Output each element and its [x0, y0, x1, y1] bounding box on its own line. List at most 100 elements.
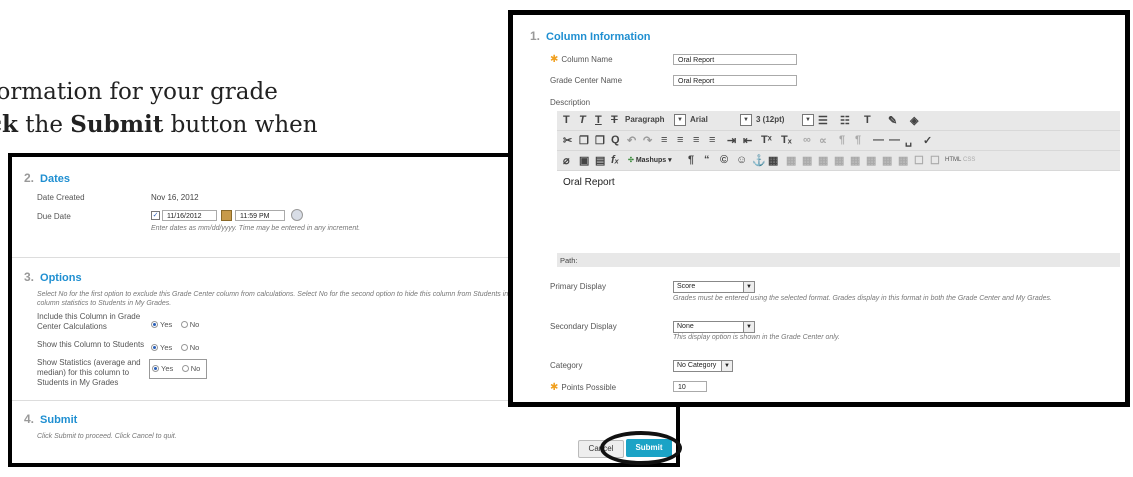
options-hint-1: Select No for the first option to exclud…	[37, 291, 509, 298]
table-borders-icon[interactable]: ▦	[898, 154, 908, 167]
strikethrough-icon[interactable]: T	[611, 114, 618, 126]
points-possible-input[interactable]: 10	[673, 381, 707, 392]
grade-center-name-input[interactable]: Oral Report	[673, 75, 797, 86]
primary-display-select[interactable]: Score ▼	[673, 281, 755, 293]
formula-icon[interactable]: fₓ	[611, 154, 619, 166]
text-color-icon[interactable]: T	[864, 114, 871, 126]
column-name-input[interactable]: Oral Report	[673, 54, 797, 65]
spellcheck-icon[interactable]: ✓	[923, 134, 932, 147]
font-select[interactable]: Arial	[690, 115, 708, 124]
secondary-display-hint: This display option is shown in the Grad…	[673, 334, 840, 341]
underline-icon[interactable]: T	[595, 114, 602, 126]
points-possible-label: ✱ Points Possible	[550, 382, 617, 393]
copy-icon[interactable]: ❐	[579, 134, 589, 147]
calendar-icon[interactable]	[221, 210, 232, 221]
anchor-icon[interactable]: ⚓	[752, 154, 766, 167]
category-label: Category	[550, 361, 583, 370]
find-icon[interactable]: Q	[611, 134, 620, 146]
editor-toolbar-row-3: ⌀ ▣ ▤ fₓ ✣ Mashups ▾ ¶ “ © ☺ ⚓ ▦ ▦ ▦ ▦ ▦…	[557, 151, 1120, 171]
due-date-label: Due Date	[37, 212, 71, 221]
space-icon[interactable]: ␣	[905, 134, 912, 147]
size-select[interactable]: 3 (12pt)	[756, 115, 784, 124]
show-stats-yes-radio[interactable]	[152, 365, 159, 373]
cut-icon[interactable]: ✂	[563, 134, 572, 147]
paragraph-select[interactable]: Paragraph	[625, 115, 665, 124]
chevron-down-icon[interactable]: ▼	[740, 114, 752, 126]
show-column-no-radio[interactable]	[180, 344, 188, 352]
redo-icon[interactable]: ↷	[643, 134, 652, 147]
highlight-pen-icon[interactable]: ✎	[888, 114, 897, 127]
horizontal-rule-icon[interactable]: —	[873, 134, 884, 146]
attach-icon[interactable]: ⌀	[563, 154, 570, 167]
date-created-label: Date Created	[37, 193, 85, 202]
mashups-menu[interactable]: ✣ Mashups ▾	[628, 156, 672, 164]
numbered-list-icon[interactable]: ☷	[840, 114, 850, 127]
chevron-down-icon[interactable]: ▼	[674, 114, 686, 126]
paste-icon[interactable]: ❒	[595, 134, 605, 147]
include-calc-label: Include this Column in Grade Center Calcu…	[37, 312, 141, 331]
secondary-display-select[interactable]: None ▼	[673, 321, 755, 333]
description-label: Description	[550, 98, 591, 107]
dates-header: 2. Dates	[24, 171, 70, 185]
date-created-value: Nov 16, 2012	[151, 193, 199, 202]
table-split-icon[interactable]: ▦	[850, 154, 860, 167]
include-calc-no-radio[interactable]	[180, 321, 188, 329]
show-column-yes-radio[interactable]	[151, 344, 158, 352]
description-editor[interactable]: Oral Report	[557, 171, 1120, 253]
clock-icon[interactable]	[291, 209, 303, 221]
show-column-radios: Yes No	[151, 339, 203, 357]
primary-display-hint: Grades must be entered using the selecte…	[673, 295, 1052, 302]
column-name-label: ✱ Column Name	[550, 54, 613, 65]
table-props-icon[interactable]: ▦	[882, 154, 892, 167]
superscript-icon[interactable]: Tˣ	[761, 134, 772, 146]
fullscreen-icon[interactable]: ☐	[914, 154, 924, 167]
show-stats-no-radio[interactable]	[181, 365, 189, 373]
chevron-down-icon[interactable]: ▼	[802, 114, 814, 126]
ltr-icon[interactable]: ¶	[839, 134, 845, 146]
align-center-icon[interactable]: ≡	[677, 134, 683, 146]
subscript-icon[interactable]: Tₓ	[781, 134, 792, 146]
due-date-checkbox[interactable]: ✓	[151, 211, 160, 220]
image-icon[interactable]: ▣	[579, 154, 589, 167]
show-stats-label: Show Statistics (average and median) for …	[37, 358, 141, 387]
copyright-icon[interactable]: ©	[720, 154, 728, 166]
indent-icon[interactable]: ⇥	[727, 134, 736, 147]
undo-icon[interactable]: ↶	[627, 134, 636, 147]
html-button[interactable]: HTML	[945, 157, 961, 163]
justify-icon[interactable]: ≡	[709, 134, 715, 146]
eraser-icon[interactable]: ◈	[910, 114, 918, 127]
due-time-input[interactable]: 11:59 PM	[235, 210, 285, 221]
primary-display-label: Primary Display	[550, 282, 607, 291]
table-cell-icon[interactable]: ▦	[818, 154, 828, 167]
include-calc-radios: Yes No	[151, 316, 203, 334]
column-information-panel: 1. Column Information ✱ Column Name Oral R…	[508, 10, 1130, 407]
link-icon[interactable]: ∞	[803, 134, 811, 146]
quote-icon[interactable]: “	[704, 154, 710, 166]
rtl-icon[interactable]: ¶	[855, 134, 861, 146]
highlight-circle	[600, 431, 682, 465]
bold-icon[interactable]: T	[563, 114, 570, 126]
intro-line-1: formation for your grade	[0, 79, 278, 105]
outdent-icon[interactable]: ⇤	[743, 134, 752, 147]
table-row-icon[interactable]: ▦	[786, 154, 796, 167]
category-select[interactable]: No Category ▼	[673, 360, 733, 372]
preview-icon[interactable]: ☐	[930, 154, 940, 167]
due-date-input[interactable]: 11/16/2012	[162, 210, 217, 221]
submit-header: 4. Submit	[24, 412, 78, 426]
table-col-icon[interactable]: ▦	[802, 154, 812, 167]
bullet-list-icon[interactable]: ☰	[818, 114, 828, 127]
table-icon[interactable]: ▦	[768, 154, 778, 167]
align-left-icon[interactable]: ≡	[661, 134, 667, 146]
editor-toolbar-row-2: ✂ ❐ ❒ Q ↶ ↷ ≡ ≡ ≡ ≡ ⇥ ⇤ Tˣ Tₓ ∞ ∝ ¶ ¶ — …	[557, 131, 1120, 151]
pilcrow-icon[interactable]: ¶	[688, 154, 694, 166]
italic-icon[interactable]: T	[579, 114, 586, 126]
table-merge-icon[interactable]: ▦	[834, 154, 844, 167]
include-calc-yes-radio[interactable]	[151, 321, 158, 329]
media-icon[interactable]: ▤	[595, 154, 605, 167]
emoticon-icon[interactable]: ☺	[736, 154, 747, 166]
unlink-icon[interactable]: ∝	[819, 134, 827, 147]
align-right-icon[interactable]: ≡	[693, 134, 699, 146]
css-button[interactable]: CSS	[963, 157, 975, 163]
dash-icon[interactable]: —	[889, 134, 900, 146]
table-delete-icon[interactable]: ▦	[866, 154, 876, 167]
